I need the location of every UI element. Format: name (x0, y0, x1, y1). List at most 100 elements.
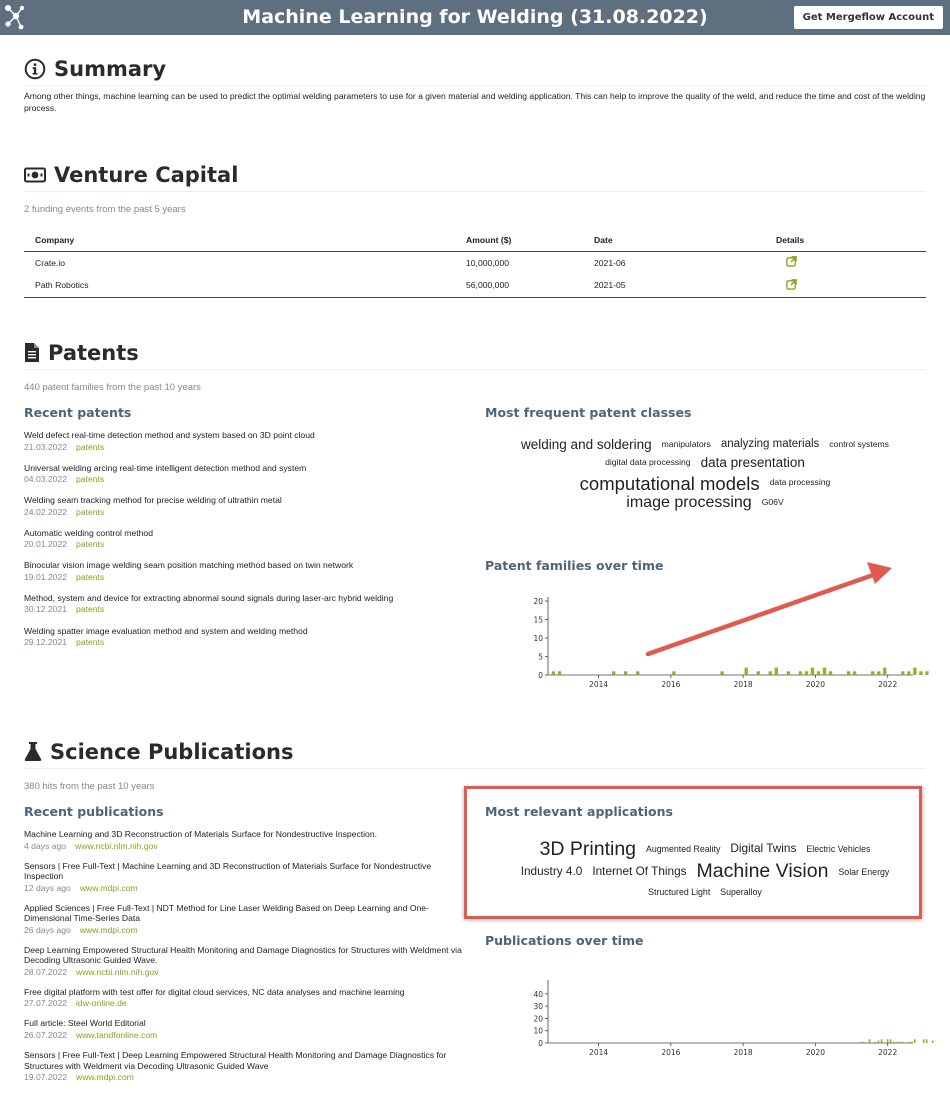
cloud-term[interactable]: Augmented Reality (646, 844, 720, 854)
item-meta: 20.01.2022 patents (24, 539, 464, 550)
cloud-row: Industry 4.0 Internet Of Things Machine Vi… (490, 860, 920, 882)
patents-title: Patents (48, 340, 139, 365)
table-row: Path Robotics 56,000,000 2021-05 (24, 274, 926, 298)
cloud-term[interactable]: manipulators (662, 439, 711, 450)
venture-capital-heading: Venture Capital (24, 158, 926, 192)
pub-chart-bar (892, 1041, 895, 1043)
cloud-term[interactable]: analyzing materials (721, 438, 819, 451)
cloud-term[interactable]: Digital Twins (730, 842, 796, 856)
item-date: 19.07.2022 (24, 1072, 68, 1083)
patent-families-over-time-title: Patent families over time (485, 558, 664, 573)
item-title-link[interactable]: Automatic welding control method (24, 528, 464, 539)
item-source-link[interactable]: patents (76, 539, 104, 549)
cloud-term[interactable]: computational models (580, 473, 760, 494)
patent-chart-bar (919, 671, 923, 675)
item-title-link[interactable]: Weld defect real-time detection method a… (24, 430, 464, 441)
cloud-term[interactable]: Electric Vehicles (806, 844, 870, 854)
patent-chart-bar (804, 671, 809, 675)
item-title-link[interactable]: Free digital platform with test offer fo… (24, 987, 464, 998)
cloud-row: image processing G06V (485, 494, 925, 513)
cloud-term[interactable]: welding and soldering (521, 437, 652, 453)
pub-chart-bar (874, 1041, 877, 1043)
patent-chart-bar (883, 667, 887, 675)
pub-chart-bar (859, 1041, 862, 1043)
cloud-term[interactable]: Internet Of Things (592, 864, 686, 879)
list-item: Weld defect real-time detection method a… (24, 430, 464, 452)
pub-chart-bar (862, 1041, 865, 1043)
item-source-link[interactable]: patents (76, 474, 104, 484)
list-item: Machine Learning and 3D Reconstruction o… (24, 829, 464, 851)
item-date: 27.07.2022 (24, 998, 68, 1009)
cloud-term[interactable]: G06V (762, 497, 784, 508)
item-source-link[interactable]: idw-online.de (76, 998, 127, 1008)
item-title-link[interactable]: Machine Learning and 3D Reconstruction o… (24, 829, 464, 840)
patent-chart-bar (774, 667, 778, 675)
item-title-link[interactable]: Method, system and device for extracting… (24, 593, 464, 604)
cloud-term[interactable]: Industry 4.0 (521, 864, 583, 879)
cloud-row: 3D Printing Augmented Reality Digital Twin… (490, 838, 920, 860)
item-source-link[interactable]: patents (76, 637, 104, 647)
item-source-link[interactable]: patents (76, 507, 104, 517)
item-title-link[interactable]: Applied Sciences | Free Full-Text | NDT … (24, 903, 464, 924)
cloud-term[interactable]: data processing (770, 478, 831, 488)
item-title-link[interactable]: Universal welding arcing real-time intel… (24, 463, 464, 474)
pub-chart-y-tick-label: 20 (533, 1014, 543, 1023)
item-meta: 28.07.2022 www.ncbi.nlm.nih.gov (24, 967, 464, 978)
cloud-term[interactable]: Machine Vision (697, 860, 829, 882)
item-source-link[interactable]: patents (76, 572, 104, 582)
cloud-term[interactable]: data presentation (701, 455, 805, 471)
cloud-term[interactable]: control systems (829, 439, 889, 450)
patents-heading: Patents (24, 336, 926, 370)
get-account-button[interactable]: Get Mergeflow Account (793, 6, 943, 29)
item-meta: 21.03.2022 patents (24, 442, 464, 453)
item-title-link[interactable]: Welding spatter image evaluation method … (24, 626, 464, 637)
item-title-link[interactable]: Sensors | Free Full-Text | Machine Learn… (24, 861, 464, 882)
recent-publications-list: Machine Learning and 3D Reconstruction o… (24, 829, 464, 1092)
pub-chart-bar (889, 1039, 892, 1043)
patent-chart-bar (557, 671, 562, 675)
item-meta: 04.03.2022 patents (24, 474, 464, 485)
column-amount: Amount ($) (466, 229, 594, 252)
item-meta: 4 days ago www.ncbi.nlm.nih.gov (24, 841, 464, 852)
money-bill-icon (24, 167, 46, 182)
cloud-term[interactable]: digital data processing (605, 457, 691, 468)
patent-chart-bar (822, 667, 827, 675)
patent-chart-bar (768, 671, 772, 675)
item-title-link[interactable]: Deep Learning Empowered Structural Healt… (24, 945, 464, 966)
cloud-term[interactable]: 3D Printing (540, 838, 636, 860)
item-source-link[interactable]: patents (76, 442, 104, 452)
item-title-link[interactable]: Binocular vision image welding seam posi… (24, 560, 464, 571)
external-link-icon[interactable] (786, 256, 797, 268)
patent-chart-bar (744, 667, 748, 675)
item-source-link[interactable]: www.ncbi.nlm.nih.gov (75, 841, 158, 851)
item-source-link[interactable]: www.mdpi.com (80, 925, 138, 935)
item-source-link[interactable]: www.ncbi.nlm.nih.gov (76, 967, 159, 977)
item-source-link[interactable]: www.tandfonline.com (76, 1030, 157, 1040)
item-source-link[interactable]: www.mdpi.com (76, 1072, 134, 1082)
cloud-term[interactable]: Solar Energy (838, 867, 889, 877)
item-title-link[interactable]: Welding seam tracking method for precise… (24, 495, 464, 506)
patent-chart-x-tick-label: 2014 (589, 680, 608, 689)
pub-chart-x-tick-label: 2020 (806, 1048, 825, 1057)
details-cell (776, 274, 926, 298)
item-title-link[interactable]: Sensors | Free Full-Text | Deep Learning… (24, 1050, 464, 1071)
item-source-link[interactable]: patents (76, 604, 104, 614)
item-source-link[interactable]: www.mdpi.com (80, 883, 138, 893)
item-title-link[interactable]: Full article: Steel World Editorial (24, 1018, 464, 1029)
cloud-term[interactable]: Structured Light (648, 887, 710, 897)
pub-chart-y-tick-label: 0 (538, 1039, 543, 1048)
cloud-term[interactable]: image processing (626, 494, 751, 512)
pub-chart-bar (886, 1039, 889, 1043)
patent-chart-bar (877, 671, 881, 675)
pub-chart-bar (895, 1041, 898, 1043)
recent-patents-title: Recent patents (24, 405, 132, 420)
pub-chart-bar (925, 1039, 928, 1043)
external-link-icon[interactable] (786, 278, 797, 290)
flask-icon (24, 742, 42, 761)
cloud-row: computational models data processing (485, 473, 925, 494)
item-meta: 24.02.2022 patents (24, 507, 464, 518)
item-meta: 26 days ago www.mdpi.com (24, 925, 464, 936)
list-item: Binocular vision image welding seam posi… (24, 560, 464, 582)
cloud-term[interactable]: Superalloy (720, 887, 762, 897)
list-item: Applied Sciences | Free Full-Text | NDT … (24, 903, 464, 936)
